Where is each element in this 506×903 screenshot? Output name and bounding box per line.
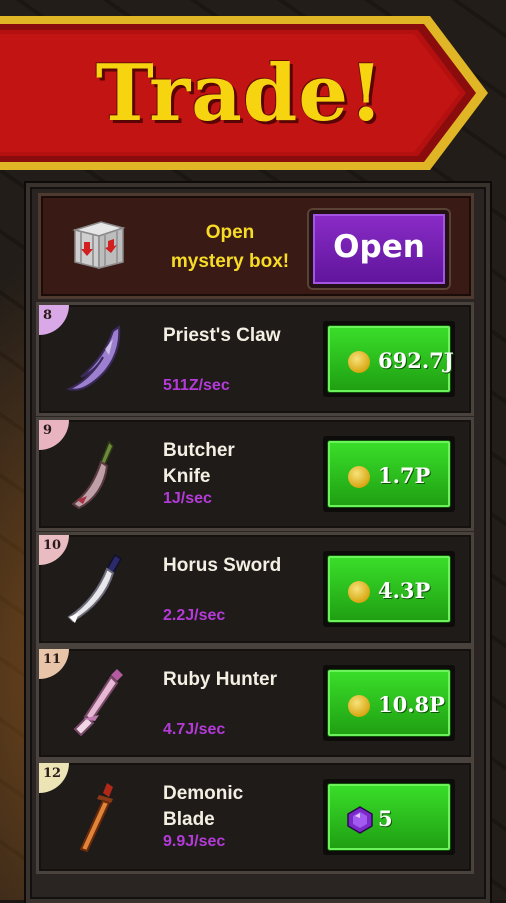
coin-icon <box>348 695 370 717</box>
buy-button[interactable]: 1.7P <box>323 436 455 512</box>
item-row: 11 Ruby Hunter 4.7J/sec 10.8P <box>36 646 474 760</box>
butcher-knife-icon <box>71 440 114 510</box>
open-mystery-box-button[interactable]: Open <box>309 210 449 288</box>
item-price: 5 <box>378 806 393 831</box>
buy-button[interactable]: 5 <box>323 779 455 855</box>
buy-button[interactable]: 10.8P <box>323 665 455 741</box>
item-name: Butcher Knife <box>163 440 235 487</box>
item-row: 10 Horus Sword 2.2J/sec 4.3P <box>36 532 474 646</box>
item-row: 12 Demonic Blade 9.9J/sec 5 <box>36 760 474 874</box>
item-name: Ruby Hunter <box>163 669 277 690</box>
item-rate: 1J/sec <box>163 490 212 507</box>
buy-button[interactable]: 4.3P <box>323 551 455 627</box>
item-name: Demonic Blade <box>163 783 244 830</box>
mystery-box-card: Open mystery box! Open <box>38 193 474 299</box>
buy-button[interactable]: 692.7J <box>323 321 455 397</box>
demonic-blade-icon <box>79 783 113 853</box>
mystery-line-1: Open <box>205 222 255 243</box>
horus-sword-icon <box>67 553 122 623</box>
gem-icon <box>347 806 373 834</box>
mystery-line-2: mystery box! <box>170 251 290 272</box>
crate-icon <box>72 221 126 269</box>
item-price: 4.3P <box>378 578 431 603</box>
priests-claw-icon <box>66 325 121 391</box>
buy-button-face: 692.7J <box>328 326 454 392</box>
item-rate: 2.2J/sec <box>163 607 226 624</box>
item-price: 10.8P <box>378 692 445 717</box>
item-name: Horus Sword <box>163 555 282 576</box>
buy-button-face: 10.8P <box>328 670 450 736</box>
coin-icon <box>348 351 370 373</box>
coin-icon <box>348 581 370 603</box>
coin-icon <box>348 466 370 488</box>
item-rate: 511Z/sec <box>163 377 230 394</box>
item-row: 9 Butcher Knife 1J/sec 1.7P <box>36 417 474 531</box>
ruby-hunter-icon <box>73 669 123 737</box>
item-price: 692.7J <box>378 348 454 373</box>
item-rate: 4.7J/sec <box>163 721 226 738</box>
buy-button-face: 5 <box>328 784 450 850</box>
buy-button-face: 1.7P <box>328 441 450 507</box>
item-row: 8 Priest's Claw 511Z/sec 692.7J <box>36 302 474 416</box>
buy-button-face: 4.3P <box>328 556 450 622</box>
item-rate: 9.9J/sec <box>163 833 226 850</box>
item-price: 1.7P <box>378 463 431 488</box>
page-title: Trade! <box>95 48 385 139</box>
mystery-box-label: Open mystery box! <box>145 218 315 276</box>
item-name: Priest's Claw <box>163 325 281 346</box>
title-banner: Trade! <box>0 12 492 174</box>
